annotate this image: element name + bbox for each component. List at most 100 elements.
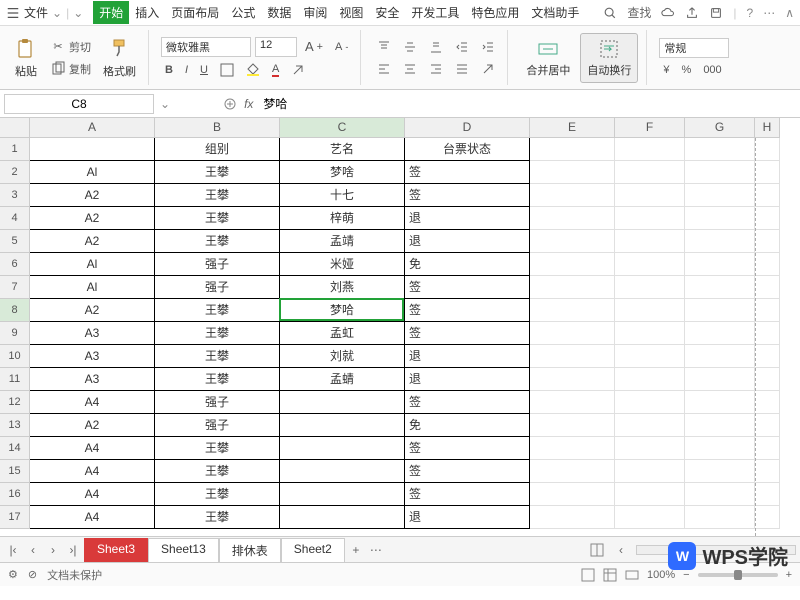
cell-A6[interactable]: Al bbox=[30, 253, 155, 276]
cell-D2[interactable]: 签 bbox=[405, 161, 530, 184]
cell-A4[interactable]: A2 bbox=[30, 207, 155, 230]
cell-A9[interactable]: A3 bbox=[30, 322, 155, 345]
row-header-1[interactable]: 1 bbox=[0, 138, 30, 161]
cell-E15[interactable] bbox=[530, 460, 615, 483]
cell-B4[interactable]: 王攀 bbox=[155, 207, 280, 230]
cell-B3[interactable]: 王攀 bbox=[155, 184, 280, 207]
cell-F1[interactable] bbox=[615, 138, 685, 161]
cell-A12[interactable]: A4 bbox=[30, 391, 155, 414]
cell-C3[interactable]: 十七 bbox=[280, 184, 405, 207]
cell-B8[interactable]: 王攀 bbox=[155, 299, 280, 322]
cell-D1[interactable]: 台票状态 bbox=[405, 138, 530, 161]
percent-button[interactable]: % bbox=[678, 62, 696, 78]
cell-F3[interactable] bbox=[615, 184, 685, 207]
cell-A3[interactable]: A2 bbox=[30, 184, 155, 207]
fx-icon[interactable]: fx bbox=[244, 97, 253, 111]
ribbon-tab-0[interactable]: 开始 bbox=[93, 1, 129, 24]
settings-icon[interactable]: ⚙ bbox=[8, 568, 18, 581]
ribbon-tab-2[interactable]: 页面布局 bbox=[165, 1, 225, 24]
cell-F17[interactable] bbox=[615, 506, 685, 529]
cell-B13[interactable]: 强子 bbox=[155, 414, 280, 437]
cell-A15[interactable]: A4 bbox=[30, 460, 155, 483]
align-center-button[interactable] bbox=[399, 60, 421, 78]
cell-H17[interactable] bbox=[755, 506, 780, 529]
col-header-H[interactable]: H bbox=[755, 118, 780, 138]
row-header-14[interactable]: 14 bbox=[0, 437, 30, 460]
ribbon-tab-10[interactable]: 文档助手 bbox=[525, 1, 585, 24]
cell-E5[interactable] bbox=[530, 230, 615, 253]
border-button[interactable] bbox=[216, 61, 238, 79]
thousands-button[interactable]: 000 bbox=[699, 62, 725, 78]
merge-center-button[interactable]: 合并居中 bbox=[520, 34, 576, 82]
cell-H11[interactable] bbox=[755, 368, 780, 391]
row-header-13[interactable]: 13 bbox=[0, 414, 30, 437]
cloud-icon[interactable] bbox=[661, 6, 675, 20]
cell-C8[interactable]: 梦哈 bbox=[280, 299, 405, 322]
row-header-17[interactable]: 17 bbox=[0, 506, 30, 529]
align-middle-button[interactable] bbox=[399, 38, 421, 56]
clear-format-button[interactable] bbox=[287, 61, 309, 79]
scroll-left-icon[interactable]: ‹ bbox=[612, 541, 630, 559]
ribbon-tab-1[interactable]: 插入 bbox=[129, 1, 165, 24]
pane-split-icon[interactable] bbox=[588, 541, 606, 559]
cell-D12[interactable]: 签 bbox=[405, 391, 530, 414]
row-header-9[interactable]: 9 bbox=[0, 322, 30, 345]
row-header-6[interactable]: 6 bbox=[0, 253, 30, 276]
increase-font-button[interactable]: A+ bbox=[301, 37, 327, 56]
cell-C12[interactable] bbox=[280, 391, 405, 414]
cell-H16[interactable] bbox=[755, 483, 780, 506]
cell-H13[interactable] bbox=[755, 414, 780, 437]
share-icon[interactable] bbox=[685, 6, 699, 20]
cell-G12[interactable] bbox=[685, 391, 755, 414]
row-header-16[interactable]: 16 bbox=[0, 483, 30, 506]
cell-E2[interactable] bbox=[530, 161, 615, 184]
underline-button[interactable]: U bbox=[196, 62, 212, 78]
row-header-11[interactable]: 11 bbox=[0, 368, 30, 391]
cell-F12[interactable] bbox=[615, 391, 685, 414]
cell-A16[interactable]: A4 bbox=[30, 483, 155, 506]
cell-C14[interactable] bbox=[280, 437, 405, 460]
name-box[interactable] bbox=[4, 94, 154, 114]
cell-F10[interactable] bbox=[615, 345, 685, 368]
cell-C9[interactable]: 孟虹 bbox=[280, 322, 405, 345]
cell-G4[interactable] bbox=[685, 207, 755, 230]
cell-A7[interactable]: Al bbox=[30, 276, 155, 299]
save-icon[interactable] bbox=[709, 6, 723, 20]
cell-E16[interactable] bbox=[530, 483, 615, 506]
help-icon[interactable]: ? bbox=[747, 6, 754, 20]
cell-D10[interactable]: 退 bbox=[405, 345, 530, 368]
tab-nav-prev-icon[interactable]: ‹ bbox=[24, 541, 42, 559]
cell-G11[interactable] bbox=[685, 368, 755, 391]
cell-G15[interactable] bbox=[685, 460, 755, 483]
col-header-C[interactable]: C bbox=[280, 118, 405, 138]
cell-B1[interactable]: 组别 bbox=[155, 138, 280, 161]
col-header-D[interactable]: D bbox=[405, 118, 530, 138]
justify-button[interactable] bbox=[451, 60, 473, 78]
cell-C10[interactable]: 刘就 bbox=[280, 345, 405, 368]
cell-E14[interactable] bbox=[530, 437, 615, 460]
cell-D14[interactable]: 签 bbox=[405, 437, 530, 460]
cell-F2[interactable] bbox=[615, 161, 685, 184]
cell-C17[interactable] bbox=[280, 506, 405, 529]
cell-D6[interactable]: 免 bbox=[405, 253, 530, 276]
cell-G17[interactable] bbox=[685, 506, 755, 529]
cell-G6[interactable] bbox=[685, 253, 755, 276]
cell-E9[interactable] bbox=[530, 322, 615, 345]
cell-B12[interactable]: 强子 bbox=[155, 391, 280, 414]
cell-E4[interactable] bbox=[530, 207, 615, 230]
zoom-out-button[interactable]: − bbox=[683, 569, 689, 581]
cell-E17[interactable] bbox=[530, 506, 615, 529]
search-label[interactable]: 查找 bbox=[627, 4, 651, 21]
cell-H5[interactable] bbox=[755, 230, 780, 253]
cell-D13[interactable]: 免 bbox=[405, 414, 530, 437]
fill-color-button[interactable] bbox=[242, 61, 264, 79]
cell-B7[interactable]: 强子 bbox=[155, 276, 280, 299]
align-top-button[interactable] bbox=[373, 38, 395, 56]
collapse-ribbon-icon[interactable]: ∧ bbox=[785, 6, 794, 20]
format-painter-button[interactable]: 格式刷 bbox=[99, 35, 140, 81]
cell-A10[interactable]: A3 bbox=[30, 345, 155, 368]
cell-G2[interactable] bbox=[685, 161, 755, 184]
cell-G10[interactable] bbox=[685, 345, 755, 368]
wrap-text-button[interactable]: 自动换行 bbox=[580, 33, 638, 83]
bold-button[interactable]: B bbox=[161, 62, 177, 78]
